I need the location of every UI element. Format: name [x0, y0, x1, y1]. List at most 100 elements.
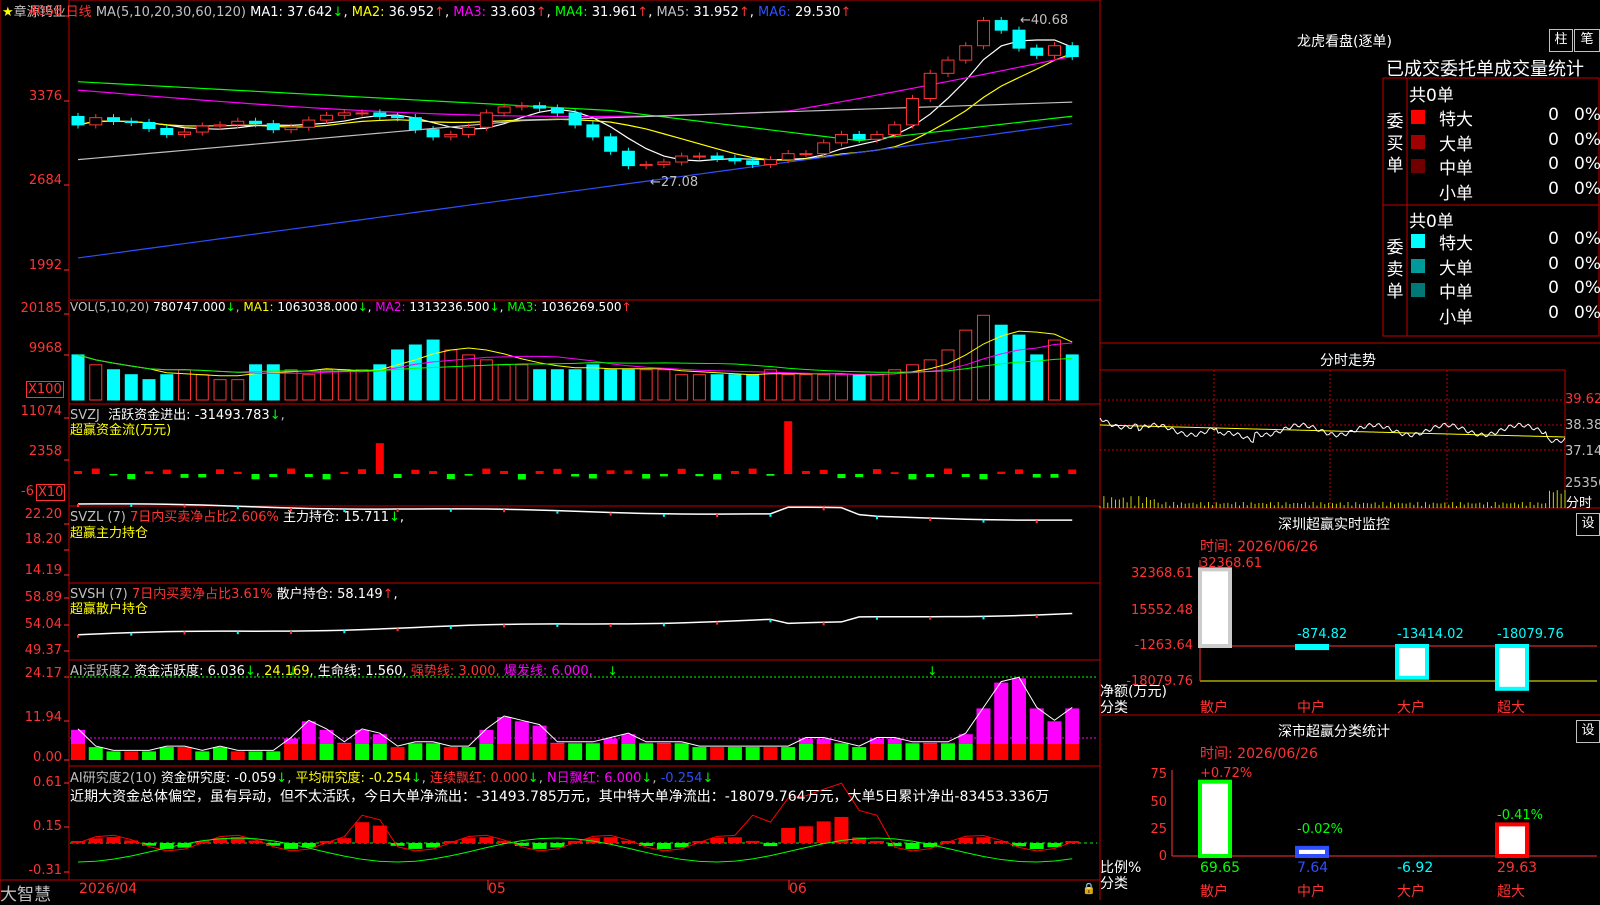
ma-label-6: MA6: — [753, 5, 795, 20]
air-avg: 平均研究度: -0.254 — [295, 771, 411, 786]
candle-body — [444, 133, 458, 138]
air-name: AI研究度2(10) — [70, 771, 157, 786]
air-bar — [532, 843, 547, 849]
candle-body — [710, 155, 724, 159]
svsh-value: 58.149 — [337, 587, 383, 602]
candle-body — [746, 160, 760, 165]
ai-active-bar — [390, 747, 405, 760]
svzl-subtitle: 超赢主力持仓 — [70, 526, 149, 541]
color-swatch — [1411, 234, 1425, 248]
svzl-label: 主力持仓: — [282, 510, 340, 525]
svzj-bar — [908, 474, 917, 480]
svzl-tick — [503, 624, 506, 628]
longhu-title: 龙虎看盘(逐单) — [1297, 34, 1392, 50]
longhu-row: 小单 0 0% — [1411, 179, 1600, 204]
svzj-bar — [162, 469, 171, 474]
longhu-row-percent: 0% — [1574, 278, 1600, 298]
longhu-row: 特大 0 0% — [1411, 229, 1600, 254]
candle-body — [160, 127, 174, 135]
ai-active-bar — [159, 747, 174, 760]
svzj-bar — [1050, 474, 1059, 478]
sz-class-settings-button[interactable]: 设 — [1576, 720, 1600, 743]
svzj-bar — [287, 468, 296, 474]
svzl-tick — [662, 513, 665, 517]
svzj-bar — [216, 469, 225, 474]
svzj-bar — [730, 471, 739, 474]
period-label[interactable]: 日线 — [66, 5, 92, 20]
mon-category-label: 大户 — [1397, 700, 1425, 716]
mon-y-tick: 32368.61 — [1130, 566, 1193, 581]
ai-active-bar-top — [994, 682, 1009, 744]
air-last: -0.254 — [660, 771, 703, 786]
volume-bar — [746, 374, 760, 401]
candle-body — [124, 120, 138, 123]
color-swatch — [1411, 110, 1425, 124]
svzl-y-tick: 18.20 — [24, 532, 62, 547]
air-bar — [106, 837, 121, 843]
volume-bar — [195, 374, 209, 401]
svzj-bar — [358, 469, 367, 474]
vol-ma-label-1: MA1: — [243, 300, 278, 314]
ma-value-1: 37.642 — [287, 5, 333, 20]
air-bar — [869, 840, 884, 843]
kline-header: ★章源钨业日线 MA(5,10,20,30,60,120) MA1: 37.64… — [2, 1, 851, 20]
candle-body — [178, 131, 192, 135]
bar-mode-button[interactable]: 柱 — [1549, 29, 1573, 52]
longhu-row-percent: 0% — [1574, 302, 1600, 323]
longhu-row: 特大 0 0% — [1411, 105, 1600, 130]
ai-active-life: 生命线: 1.560, — [317, 664, 407, 679]
mon-bar — [1495, 644, 1529, 691]
longhu-row-percent: 0% — [1574, 105, 1600, 125]
ma-header: MA(5,10,20,30,60,120) — [95, 5, 246, 20]
longhu-row-value: 0 — [1548, 154, 1559, 174]
volume-bar — [320, 369, 334, 401]
mon-y-tick: -1263.64 — [1134, 638, 1193, 653]
ai-active-bar — [355, 744, 370, 760]
ai-active-bar — [443, 747, 458, 760]
volume-bar — [124, 374, 138, 401]
color-swatch — [1411, 283, 1425, 297]
svzl-tick — [503, 509, 506, 513]
candle-body — [870, 133, 884, 140]
candle-body — [621, 150, 635, 167]
candle-body — [1065, 45, 1079, 58]
ai-active-bar-top — [71, 729, 85, 744]
ai-active-bar — [585, 744, 600, 760]
candle-body — [533, 105, 547, 109]
vol-ma-value-3: 1036269.500 — [541, 300, 622, 314]
volume-bar — [515, 364, 529, 401]
ai-active-bar — [976, 744, 991, 760]
brand-label: 大智慧 — [0, 885, 51, 905]
lock-icon[interactable]: 🔒 — [1082, 882, 1096, 895]
air-cont-arrow: ↓ — [527, 771, 539, 786]
ai-active-bar-top — [337, 742, 352, 744]
buy-side-label: 委买单 — [1386, 112, 1404, 176]
air-bar — [727, 837, 742, 843]
svzj-unit-badge: X10 — [36, 484, 66, 501]
svzj-bar — [606, 470, 615, 474]
candle-body — [675, 155, 689, 163]
longhu-row-name: 特大 — [1439, 110, 1473, 130]
candle-body — [320, 114, 334, 121]
air-value: -0.059 — [234, 771, 277, 786]
svzj-bar — [926, 474, 935, 477]
candle-body — [852, 133, 866, 140]
sz-monitor-time: 时间: 2026/06/26 — [1200, 539, 1318, 555]
svzj-bar — [997, 471, 1006, 474]
volume-bar — [462, 354, 476, 401]
volume-bar — [586, 364, 600, 401]
color-swatch — [1411, 183, 1425, 198]
svzl-tick — [290, 631, 293, 635]
svzl-trail: , — [399, 510, 405, 525]
vol-title: VOL(5,10,20) — [70, 300, 150, 314]
ai-active-bar — [372, 744, 387, 760]
svzj-bar — [127, 474, 136, 480]
ai-active-bar — [639, 744, 654, 760]
candle-body — [462, 126, 476, 135]
tick-mode-button[interactable]: 笔 — [1574, 29, 1600, 52]
ai-active-bar — [284, 744, 299, 760]
sz-monitor-settings-button[interactable]: 设 — [1576, 513, 1600, 536]
volume-bar — [355, 369, 369, 401]
main-chart-area[interactable]: ↓ ↓ ↓ — [0, 0, 1600, 900]
svzl-tick — [130, 632, 133, 636]
